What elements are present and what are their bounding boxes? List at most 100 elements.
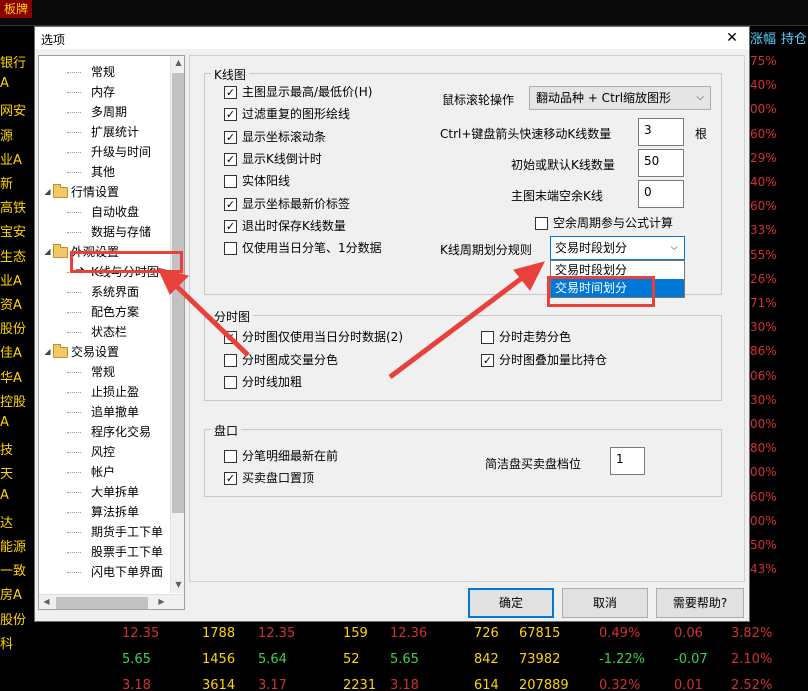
stock-name[interactable]: 控股 — [0, 391, 26, 410]
checkbox-unchecked[interactable] — [224, 376, 237, 389]
tree-item[interactable]: 闪电下单界面 — [91, 562, 163, 582]
tree-item[interactable]: 升级与时间 — [91, 142, 151, 162]
stock-name[interactable]: 业A — [0, 270, 22, 289]
table-row[interactable]: 12.35 1788 12.35 159 12.36 726 67815 0.49% 0.06 3… — [0, 622, 808, 648]
stock-name[interactable]: 股份 — [0, 318, 26, 337]
tree-vertical-scrollbar[interactable]: ▲ ▼ — [170, 56, 184, 593]
stock-name[interactable]: 网安 — [0, 100, 26, 119]
tree-item[interactable]: 内存 — [91, 82, 115, 102]
collapse-icon[interactable]: ◢ — [43, 248, 52, 257]
tree-hscroll-thumb[interactable] — [56, 597, 148, 609]
tree-item-label: 扩展统计 — [91, 125, 140, 139]
checkbox-checked[interactable]: ✓ — [224, 197, 237, 211]
pankou-group: 盘口 分笔明细最新在前 ✓ 买卖盘口置顶 简洁盘买卖盘档位 1 — [204, 422, 722, 497]
tree-item[interactable]: 追单撤单 — [91, 402, 139, 422]
depth-input[interactable]: 1 — [610, 447, 645, 475]
stock-name[interactable]: 房A — [0, 584, 22, 603]
tree-item[interactable]: 状态栏 — [91, 322, 127, 342]
ok-button[interactable]: 确定 — [468, 588, 554, 618]
tree-scroll-thumb[interactable] — [172, 73, 184, 513]
options-tree[interactable]: 常规 内存 多周期 扩展统计 升级与时间 其他 行情设置 ◢ 自动收盘 数据与存储 外观设置 ◢ K线与… — [38, 55, 185, 610]
tree-horizontal-scrollbar[interactable]: ◀ ▶ — [39, 594, 184, 609]
checkbox-checked[interactable]: ✓ — [224, 152, 237, 166]
checkbox-unchecked[interactable] — [481, 331, 494, 344]
stock-name[interactable]: 能源 — [0, 536, 26, 555]
checkbox-checked[interactable]: ✓ — [224, 130, 237, 144]
tree-connector — [67, 452, 81, 453]
tree-item[interactable]: 大单拆单 — [91, 482, 139, 502]
checkbox-unchecked[interactable] — [224, 450, 237, 463]
tree-item[interactable]: 配色方案 — [91, 302, 139, 322]
stock-name[interactable]: 宝安 — [0, 221, 26, 240]
cancel-button[interactable]: 取消 — [562, 588, 648, 618]
stock-name[interactable]: 一致 — [0, 560, 26, 579]
stock-name[interactable]: 达 — [0, 512, 13, 531]
ctrl-move-input[interactable]: 3 — [638, 118, 684, 146]
tree-item[interactable]: 止损止盈 — [91, 382, 139, 402]
stock-name[interactable]: A — [0, 488, 9, 503]
scroll-up-icon[interactable]: ▲ — [171, 58, 184, 67]
table-row[interactable]: 3.18 3614 3.17 2231 3.18 614 207889 0.32% 0.01 2.… — [0, 674, 808, 691]
tree-item[interactable]: 其他 — [91, 162, 115, 182]
table-row[interactable]: 5.65 1456 5.64 52 5.65 842 73982 -1.22% -0.07 2.1… — [0, 648, 808, 674]
checkbox-box[interactable] — [535, 217, 548, 230]
tree-item[interactable]: 扩展统计 — [91, 122, 139, 142]
tree-group-item[interactable]: 交易设置 — [71, 342, 119, 362]
tree-item[interactable]: 系统界面 — [91, 282, 139, 302]
scroll-right-icon[interactable]: ▶ — [154, 597, 169, 606]
stock-name[interactable]: 源 — [0, 125, 13, 144]
stock-name[interactable]: 天 — [0, 463, 13, 482]
annotation-box — [70, 251, 183, 273]
checkbox-unchecked[interactable] — [224, 242, 237, 256]
tree-item[interactable]: 风控 — [91, 442, 115, 462]
tree-item[interactable]: 期货手工下单 — [91, 522, 163, 542]
blank-count-input[interactable]: 0 — [638, 180, 684, 208]
checkbox-checked[interactable]: ✓ — [224, 219, 237, 233]
stock-name[interactable]: 技 — [0, 439, 13, 458]
tree-item[interactable]: 常规 — [91, 62, 115, 82]
stock-name[interactable]: 银行 — [0, 52, 26, 71]
column-header-change[interactable]: 涨幅 — [750, 28, 776, 47]
help-button[interactable]: 需要帮助? — [656, 588, 744, 618]
checkbox-checked[interactable]: ✓ — [224, 108, 237, 122]
stock-name[interactable]: 资A — [0, 294, 22, 313]
collapse-icon[interactable]: ◢ — [43, 188, 52, 197]
stock-name[interactable]: 生态 — [0, 246, 26, 265]
table-cell: 2.52% — [731, 678, 773, 691]
tree-item[interactable]: 常规 — [91, 362, 115, 382]
stock-name[interactable]: 业A — [0, 149, 22, 168]
checkbox-unchecked[interactable] — [224, 354, 237, 367]
tree-item-label: 状态栏 — [91, 325, 128, 339]
chevron-down-icon: ⌵ — [670, 242, 678, 253]
mouse-scroll-select[interactable]: 翻动品种 + Ctrl缩放图形 ⌵ — [529, 86, 711, 110]
tree-item[interactable]: 多周期 — [91, 102, 127, 122]
tree-item[interactable]: 程序化交易 — [91, 422, 151, 442]
column-header-position[interactable]: 持仓 — [781, 28, 807, 47]
stock-name[interactable]: 华A — [0, 367, 22, 386]
checkbox-checked[interactable]: ✓ — [224, 331, 237, 344]
checkbox-label: 分时走势分色 — [499, 330, 572, 344]
checkbox-checked[interactable]: ✓ — [224, 86, 237, 99]
stock-name[interactable]: 佳A — [0, 342, 22, 361]
tree-item[interactable]: 股票手工下单 — [91, 542, 163, 562]
stock-name[interactable]: 新 — [0, 173, 13, 192]
stock-name[interactable]: A — [0, 415, 9, 430]
tree-item[interactable]: 算法拆单 — [91, 502, 139, 522]
change-pct: 43% — [750, 562, 777, 577]
collapse-icon[interactable]: ◢ — [43, 348, 52, 357]
checkbox-checked[interactable]: ✓ — [224, 472, 237, 485]
period-rule-select[interactable]: 交易时段划分 ⌵ — [550, 236, 685, 260]
tree-group-item[interactable]: 行情设置 — [71, 182, 119, 202]
tree-item[interactable]: 数据与存储 — [91, 222, 151, 242]
close-icon[interactable]: ✕ — [723, 28, 741, 48]
stock-name[interactable]: 高铁 — [0, 197, 26, 216]
stock-name[interactable]: A — [0, 76, 9, 91]
tree-item[interactable]: 自动收盘 — [91, 202, 139, 222]
scroll-left-icon[interactable]: ◀ — [39, 597, 54, 606]
tree-item[interactable]: 帐户 — [91, 462, 115, 482]
checkbox-unchecked[interactable] — [224, 175, 237, 189]
table-cell: 2231 — [343, 678, 377, 691]
scroll-down-icon[interactable]: ▼ — [171, 580, 184, 589]
checkbox-checked[interactable]: ✓ — [481, 354, 494, 367]
init-count-input[interactable]: 50 — [638, 149, 684, 177]
